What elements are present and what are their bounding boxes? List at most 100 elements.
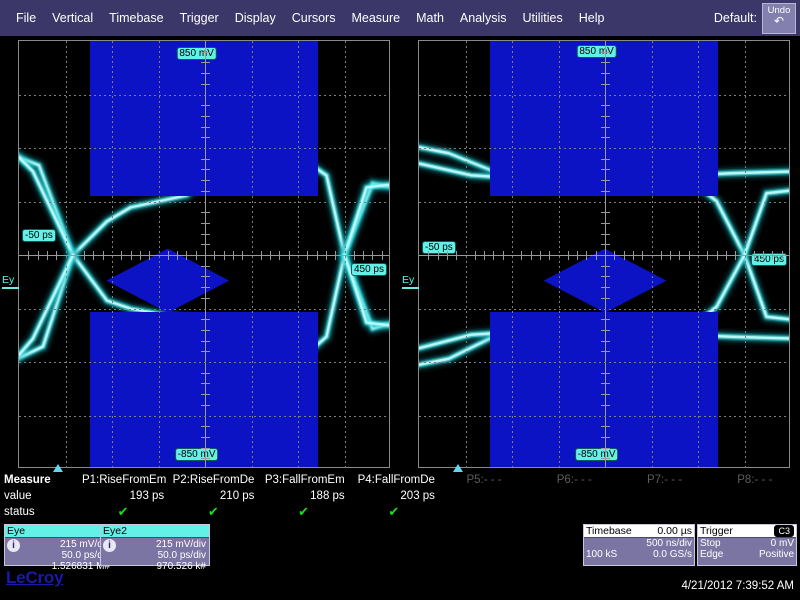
axis-tick — [186, 251, 187, 260]
menu-item-analysis[interactable]: Analysis — [452, 8, 515, 28]
axis-tick — [201, 52, 210, 53]
axis-tick — [201, 330, 210, 331]
menu-item-math[interactable]: Math — [408, 8, 452, 28]
measure-table[interactable]: Measure P1:RiseFromEm P2:RiseFromDe P3:Fall… — [0, 472, 800, 522]
measure-cell-p6-status — [529, 504, 619, 520]
menu-item-cursors[interactable]: Cursors — [284, 8, 344, 28]
eye-diagram-right[interactable]: 850 mV -850 mV -50 ps 450 ps Ey — [400, 36, 800, 472]
graticule-right[interactable]: 850 mV -850 mV -50 ps 450 ps — [418, 40, 790, 468]
gridline-vertical — [698, 41, 699, 467]
trace-descriptor-eye2[interactable]: Eye2 i 215 mV/div 50.0 ps/div 970.526 k# — [100, 524, 210, 572]
measure-cell-p2-header[interactable]: P2:RiseFromDe — [168, 472, 258, 488]
axis-tick — [568, 251, 569, 260]
menu-item-list: File Vertical Timebase Trigger Display Cursor… — [0, 8, 612, 28]
axis-tick — [601, 298, 610, 299]
axis-tick — [201, 223, 210, 224]
gridline-horizontal — [19, 148, 389, 149]
axis-tick — [354, 251, 355, 260]
trace-descriptor-eye-title: Eye — [5, 525, 113, 538]
axis-tick — [601, 394, 610, 395]
axis-tick — [201, 116, 210, 117]
gridline-vertical — [512, 41, 513, 467]
measure-cell-p6-header[interactable]: P6:- - - — [529, 472, 619, 488]
channel-marker-label-left: Ey — [2, 274, 15, 286]
channel-marker-left[interactable]: Ey — [2, 275, 19, 289]
axis-tick — [201, 73, 210, 74]
timebase-offset: 0.00 µs — [657, 525, 692, 537]
measure-cell-p5-header[interactable]: P5:- - - — [439, 472, 529, 488]
menu-item-trigger[interactable]: Trigger — [172, 8, 227, 28]
trace-descriptor-eye2-title: Eye2 — [101, 525, 209, 538]
menu-item-help[interactable]: Help — [571, 8, 613, 28]
info-icon[interactable]: i — [7, 539, 20, 552]
timebase-panel[interactable]: Timebase 0.00 µs 500 ns/div 100 kS 0.0 G… — [583, 524, 695, 566]
menu-item-utilities[interactable]: Utilities — [514, 8, 570, 28]
trigger-level: 0 mV — [770, 538, 794, 549]
axis-tick — [121, 251, 122, 260]
measure-cell-p4-header[interactable]: P4:FallFromDe — [349, 472, 439, 488]
timebase-title: Timebase — [586, 525, 632, 537]
axis-tick — [614, 251, 615, 260]
trigger-panel[interactable]: Trigger C3 Stop 0 mV Edge Positive — [697, 524, 797, 566]
axis-tick — [707, 251, 708, 260]
axis-tick — [577, 251, 578, 260]
gridline-vertical — [745, 41, 746, 467]
channel-marker-bar-left — [2, 287, 19, 289]
axis-tick — [56, 251, 57, 260]
menu-item-display[interactable]: Display — [227, 8, 284, 28]
axis-tick — [601, 73, 610, 74]
trace-descriptor-eye[interactable]: Eye i 215 mV/div 50.0 ps/div 1.526831 M# — [4, 524, 114, 572]
measure-cell-p7-header[interactable]: P7:- - - — [619, 472, 709, 488]
axis-tick — [601, 62, 610, 63]
trigger-source-badge[interactable]: C3 — [774, 525, 794, 537]
axis-tick — [601, 373, 610, 374]
axis-tick — [214, 251, 215, 260]
measure-cell-p1-header[interactable]: P1:RiseFromEm — [78, 472, 168, 488]
axis-tick — [196, 251, 197, 260]
measure-cell-p5-value — [439, 488, 529, 504]
axis-tick — [201, 351, 210, 352]
channel-marker-right[interactable]: Ey — [402, 275, 419, 289]
info-icon[interactable]: i — [103, 539, 116, 552]
trigger-panel-header: Trigger C3 — [698, 525, 796, 538]
eye-diagram-left[interactable]: 850 mV -850 mV -50 ps 450 ps Ey — [0, 36, 400, 472]
cursor-right-label-left[interactable]: 450 ps — [350, 263, 387, 276]
gridline-horizontal — [19, 362, 389, 363]
axis-tick — [601, 330, 610, 331]
gridline-horizontal — [19, 416, 389, 417]
axis-tick — [456, 251, 457, 260]
gridline-vertical — [112, 41, 113, 467]
measure-cell-p8-header[interactable]: P8:- - - — [710, 472, 800, 488]
menu-item-file[interactable]: File — [8, 8, 44, 28]
axis-tick — [726, 251, 727, 260]
gridline-vertical — [345, 41, 346, 467]
cursor-left-label-left[interactable]: -50 ps — [22, 229, 56, 242]
mask-bottom-label-right: -850 mV — [574, 448, 619, 461]
axis-tick — [782, 251, 783, 260]
graticule-left[interactable]: 850 mV -850 mV -50 ps 450 ps — [18, 40, 390, 468]
axis-tick — [38, 251, 39, 260]
measure-row-value: value 193 ps 210 ps 188 ps 203 ps — [0, 488, 800, 504]
gridline-horizontal — [419, 148, 789, 149]
axis-tick — [335, 251, 336, 260]
axis-tick — [149, 251, 150, 260]
trigger-slope-label: Edge — [700, 549, 724, 560]
measure-cell-p7-status — [619, 504, 709, 520]
trigger-position-marker-right[interactable] — [453, 464, 463, 472]
axis-tick — [201, 373, 210, 374]
undo-arrow-icon: ↶ — [773, 13, 785, 28]
menu-item-timebase[interactable]: Timebase — [101, 8, 171, 28]
axis-tick — [47, 251, 48, 260]
measure-cell-p6-value — [529, 488, 619, 504]
measure-cell-p3-header[interactable]: P3:FallFromEm — [258, 472, 348, 488]
default-label: Default: — [713, 11, 757, 25]
measure-row-label-header: Measure — [4, 474, 51, 486]
axis-tick — [601, 127, 610, 128]
menu-item-measure[interactable]: Measure — [343, 8, 408, 28]
undo-button[interactable]: Undo ↶ — [762, 2, 796, 34]
menu-item-vertical[interactable]: Vertical — [44, 8, 101, 28]
axis-tick — [224, 251, 225, 260]
axis-tick — [201, 191, 210, 192]
trigger-position-marker-left[interactable] — [53, 464, 63, 472]
axis-tick — [201, 405, 210, 406]
